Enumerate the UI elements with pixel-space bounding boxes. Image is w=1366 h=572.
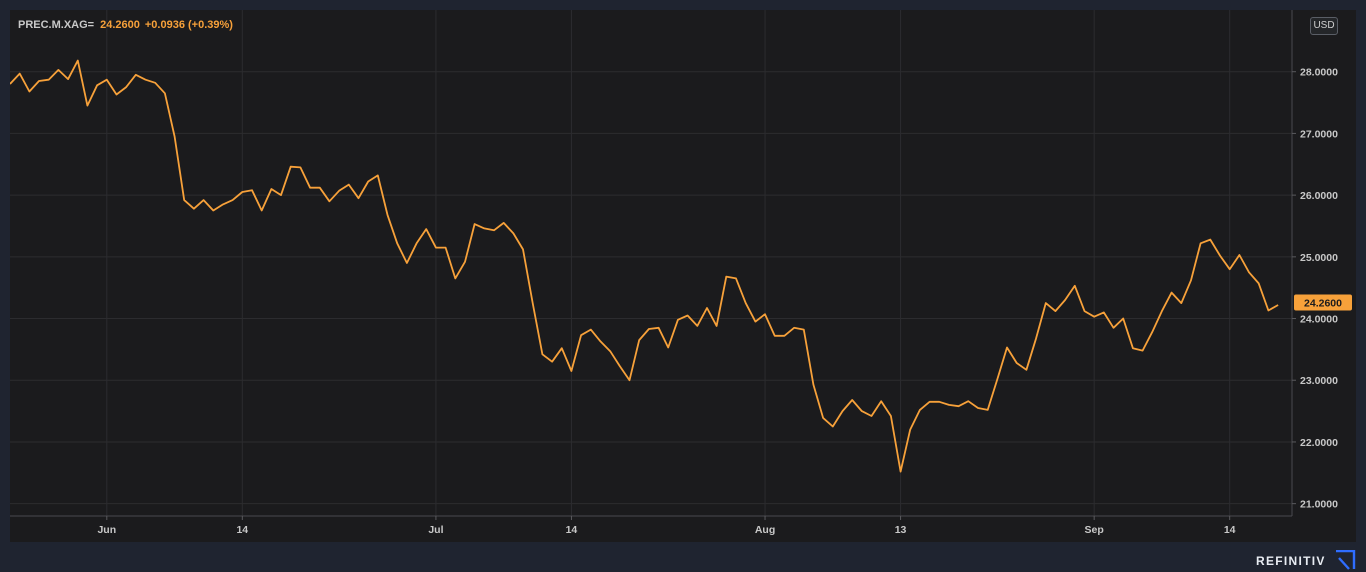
y-tick-label: 28.0000 [1300,67,1338,79]
price-change: +0.0936 (+0.39%) [144,19,233,31]
x-tick-label: Jul [428,524,443,536]
grid-lines [10,10,1292,516]
y-tick-label: 21.0000 [1300,499,1338,511]
series-layer [10,59,1279,473]
y-axis[interactable]: 28.0000 27.0000 26.0000 25.0000 24.0000 23.00… [1292,67,1338,511]
chart-panel[interactable]: 28.0000 27.0000 26.0000 25.0000 24.0000 23.00… [10,10,1356,542]
y-tick-label: 25.0000 [1300,252,1338,264]
price-chart[interactable]: 28.0000 27.0000 26.0000 25.0000 24.0000 23.00… [10,10,1356,542]
axis-lines [10,10,1293,517]
brand-name: REFINITIV [1256,554,1326,568]
y-tick-label: 24.0000 [1300,314,1338,326]
x-axis[interactable]: Jun14Jul14Aug13Sep14Oct14Nov12 [97,516,1356,536]
x-tick-label: 13 [895,524,907,536]
last-price: 24.2600 [100,19,140,31]
x-tick-label: 14 [1224,524,1236,536]
currency-badge[interactable]: USD [1310,17,1338,35]
x-tick-label: 14 [236,524,248,536]
series-line[interactable] [10,59,1279,473]
x-tick-label: Sep [1085,524,1104,536]
y-tick-label: 27.0000 [1300,128,1338,140]
x-tick-label: Jun [97,524,116,536]
y-tick-label: 26.0000 [1300,190,1338,202]
last-value-marker: 24.2600 [1294,294,1352,311]
chart-legend: PREC.M.XAG= 24.2600 +0.0936 (+0.39%) [18,19,233,31]
y-tick-label: 23.0000 [1300,375,1338,387]
x-tick-label: 14 [566,524,578,536]
refinitiv-logo-icon [1336,550,1356,570]
last-value-label: 24.2600 [1304,297,1342,309]
chart-window: 28.0000 27.0000 26.0000 25.0000 24.0000 23.00… [0,0,1366,572]
y-tick-label: 22.0000 [1300,437,1338,449]
instrument-symbol: PREC.M.XAG= [18,19,95,31]
x-tick-label: Aug [755,524,775,536]
